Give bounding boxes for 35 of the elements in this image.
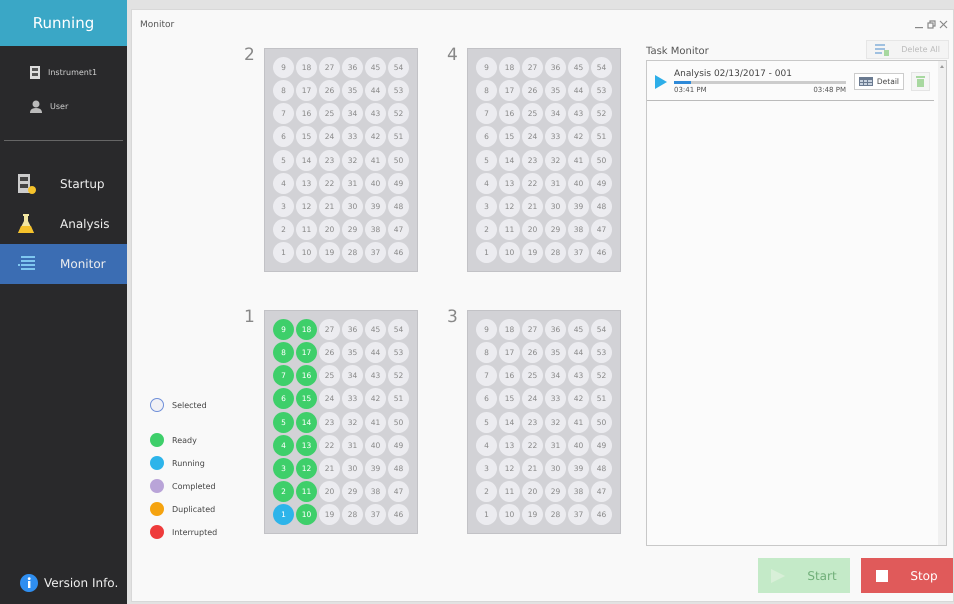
legend-label: Interrupted (172, 528, 218, 536)
status-banner: Running (0, 0, 127, 46)
plate-number: 1 (244, 310, 256, 325)
user-icon (30, 100, 42, 113)
close-icon[interactable] (939, 20, 948, 29)
flask-icon (18, 214, 34, 234)
plate-number: 3 (447, 310, 459, 325)
info-label: Instrument1 (48, 68, 98, 77)
table-icon (858, 77, 873, 86)
nav-item[interactable]: Analysis (0, 204, 127, 244)
nav-item[interactable]: Monitor (0, 244, 127, 284)
legend-label: Ready (172, 436, 197, 444)
info-label: User (50, 102, 68, 111)
section-title: Task Monitor (646, 46, 709, 57)
plate-number: 2 (244, 48, 256, 63)
plate-number: 4 (447, 48, 459, 63)
play-icon[interactable] (655, 74, 667, 88)
restore-icon[interactable] (927, 20, 936, 29)
window-title: Monitor (140, 20, 174, 30)
legend-label: Completed (172, 482, 216, 490)
stop-button[interactable]: Stop (861, 558, 953, 593)
scrollbar[interactable] (938, 61, 946, 545)
info-icon (20, 574, 38, 592)
cabinet-icon (18, 174, 36, 194)
nav-item[interactable]: Startup (0, 164, 127, 204)
list-delete-icon (875, 44, 890, 56)
cabinet-icon (30, 66, 40, 79)
version-link[interactable]: Version Info. (20, 574, 118, 592)
trash-icon (916, 76, 925, 87)
list-icon (18, 255, 36, 273)
legend-label: Selected (172, 400, 207, 410)
legend-label: Running (172, 458, 205, 468)
task-name: Analysis 02/13/2017 - 001 (674, 69, 793, 79)
legend-label: Duplicated (172, 504, 216, 514)
stop-icon (876, 570, 888, 582)
